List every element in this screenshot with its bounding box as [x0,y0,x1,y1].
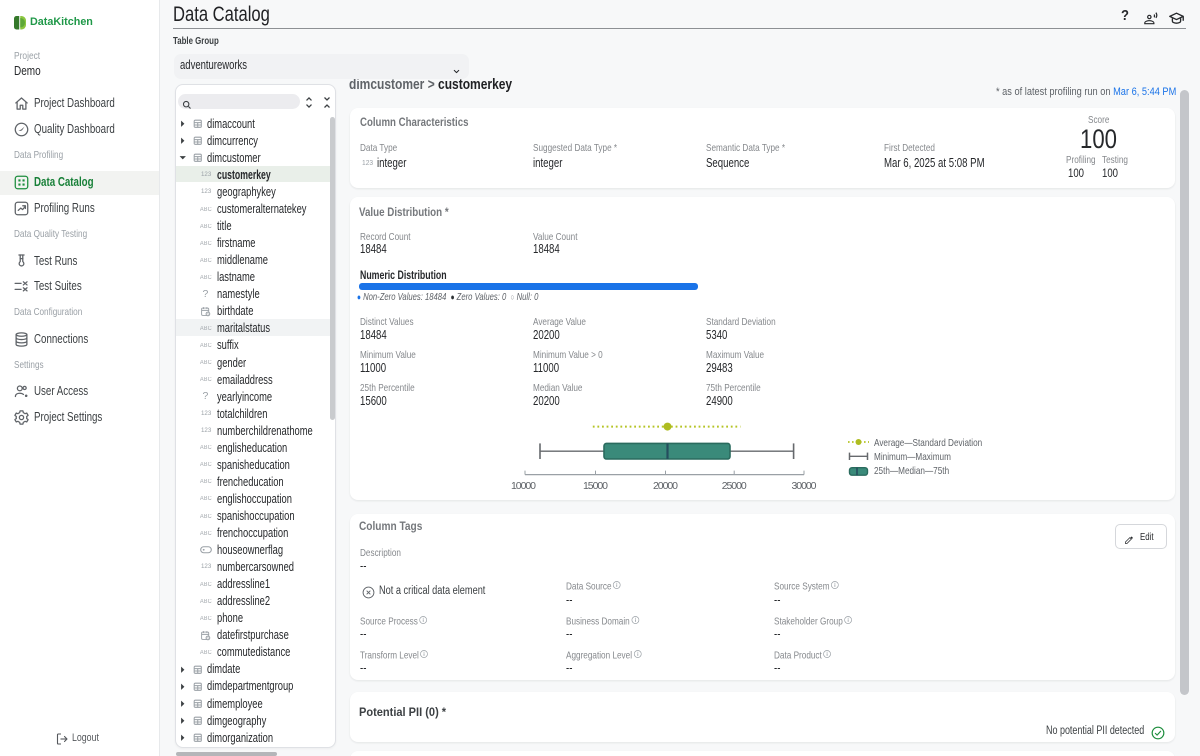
svg-text:10000: 10000 [511,480,536,492]
svg-text:15000: 15000 [583,480,608,492]
svg-text:30000: 30000 [792,480,817,492]
svg-text:20000: 20000 [653,480,678,492]
svg-text:25000: 25000 [722,480,747,492]
